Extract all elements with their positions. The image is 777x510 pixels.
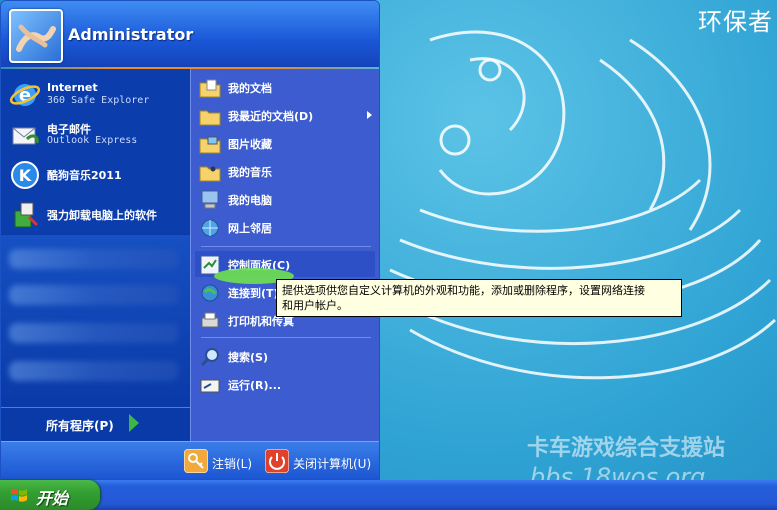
menu-item-label: 网上邻居 (228, 222, 272, 235)
submenu-arrow-icon (367, 111, 372, 119)
pinned-item-subtitle: Outlook Express (47, 135, 138, 146)
connect-to-icon (201, 284, 219, 302)
start-menu: Administrator e Internet 360 Safe Explor… (0, 0, 380, 480)
menu-item-my-computer[interactable]: 我的电脑 (195, 186, 375, 212)
tooltip-line: 提供选项供您自定义计算机的外观和功能，添加或删除程序，设置网络连接 (282, 284, 645, 297)
menu-separator (201, 337, 371, 338)
logoff-label: 注销(L) (212, 457, 253, 471)
menu-item-label: 图片收藏 (228, 138, 272, 151)
all-programs-label: 所有程序(P) (46, 419, 114, 433)
start-menu-footer: 注销(L) 关闭计算机(U) (1, 441, 379, 479)
menu-item-network-places[interactable]: 网上邻居 (195, 214, 375, 240)
blurred-item (9, 285, 179, 305)
blurred-recent-programs (1, 235, 190, 405)
my-computer-icon (201, 190, 219, 209)
pinned-item-subtitle: 360 Safe Explorer (47, 95, 150, 106)
pinned-item-internet[interactable]: e Internet 360 Safe Explorer (7, 75, 185, 113)
blurred-item (9, 249, 179, 269)
pinned-item-email[interactable]: 电子邮件 Outlook Express (7, 115, 185, 153)
recent-documents-icon (199, 110, 221, 126)
menu-item-label: 我的文档 (228, 82, 272, 95)
control-panel-tooltip: 提供选项供您自定义计算机的外观和功能，添加或删除程序，设置网络连接 和用户帐户。 (276, 279, 682, 317)
watermark-site-name: 卡车游戏综合支援站 (527, 436, 726, 461)
start-menu-right-pane: 我的文档 我最近的文档(D) 图片收藏 我的音乐 我的电脑 网上邻居 控制面板(… (190, 69, 379, 441)
key-icon (184, 449, 208, 473)
uninstall-software-icon (14, 202, 39, 228)
pinned-programs: e Internet 360 Safe Explorer 电子邮件 Outloo… (1, 69, 190, 234)
taskbar (0, 480, 777, 510)
tooltip-line: 和用户帐户。 (282, 299, 348, 312)
menu-item-label: 搜索(S) (228, 351, 268, 364)
wallpaper-text: 环保者 (698, 8, 773, 36)
windows-flag-icon (11, 488, 27, 502)
user-name: Administrator (68, 25, 194, 44)
blurred-item (9, 323, 179, 343)
power-icon (265, 449, 289, 473)
menu-item-label: 我的音乐 (228, 166, 272, 179)
email-icon (12, 127, 39, 145)
menu-separator (201, 246, 371, 247)
all-programs-button[interactable]: 所有程序(P) (1, 407, 190, 442)
start-menu-header: Administrator (1, 1, 379, 67)
menu-item-my-music[interactable]: 我的音乐 (195, 158, 375, 184)
run-icon (200, 379, 220, 393)
svg-text:K: K (19, 166, 32, 185)
arrow-right-icon (129, 414, 139, 432)
menu-item-run[interactable]: 运行(R)... (195, 371, 375, 397)
start-label: 开始 (36, 489, 69, 508)
menu-item-label: 运行(R)... (228, 379, 282, 392)
menu-item-my-pictures[interactable]: 图片收藏 (195, 130, 375, 156)
kugou-music-icon: K (11, 161, 39, 189)
recent-item-kugou[interactable]: K 酷狗音乐2011 (7, 155, 185, 193)
start-menu-left-pane: e Internet 360 Safe Explorer 电子邮件 Outloo… (1, 69, 190, 441)
menu-item-search[interactable]: 搜索(S) (195, 343, 375, 369)
menu-item-label: 我最近的文档(D) (228, 110, 314, 123)
pinned-item-title: Internet (47, 81, 98, 94)
start-button[interactable]: 开始 (0, 480, 100, 510)
user-avatar[interactable] (9, 9, 63, 63)
menu-item-my-documents[interactable]: 我的文档 (195, 74, 375, 100)
recent-item-title: 强力卸载电脑上的软件 (47, 209, 157, 222)
menu-item-recent-documents[interactable]: 我最近的文档(D) (195, 102, 375, 128)
my-music-icon (199, 166, 221, 182)
menu-item-label: 我的电脑 (228, 194, 272, 207)
recent-item-uninstall[interactable]: 强力卸载电脑上的软件 (7, 195, 185, 233)
my-pictures-icon (199, 136, 221, 154)
recent-item-title: 酷狗音乐2011 (47, 169, 122, 182)
search-icon (200, 348, 219, 367)
menu-item-label: 连接到(T) (228, 287, 279, 300)
internet-explorer-icon: e (9, 84, 41, 106)
printers-faxes-icon (201, 312, 219, 328)
my-documents-icon (199, 79, 221, 98)
blurred-item (9, 361, 179, 381)
network-places-icon (201, 219, 219, 237)
shutdown-label: 关闭计算机(U) (293, 457, 372, 471)
